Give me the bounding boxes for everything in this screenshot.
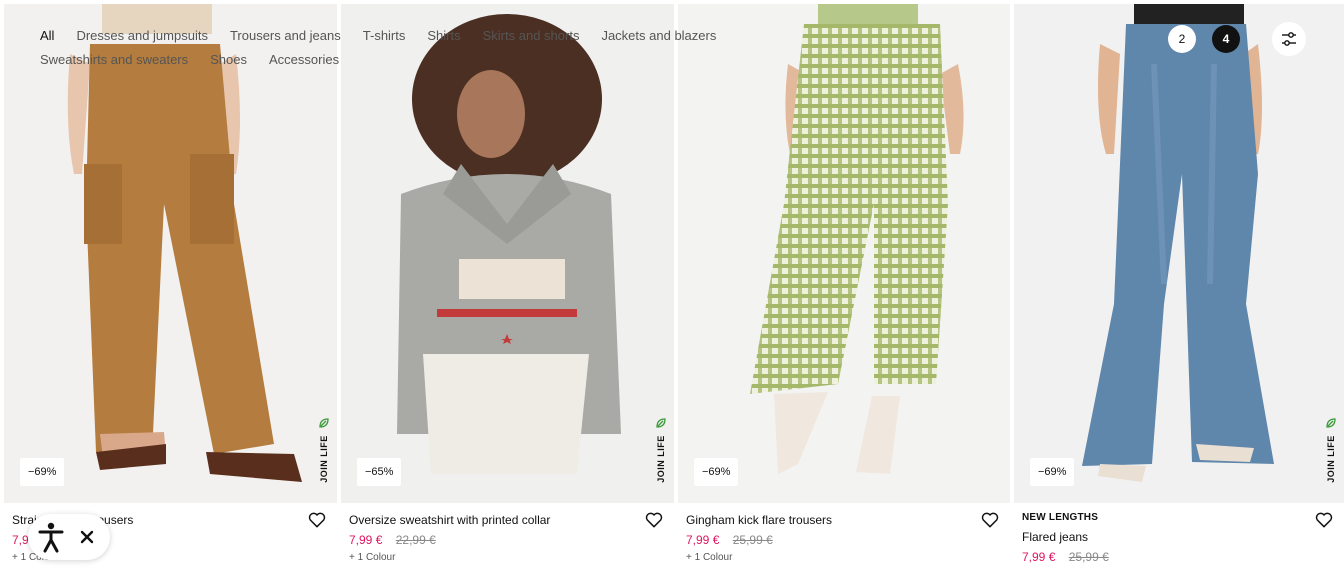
filter-dresses-and-jumpsuits[interactable]: Dresses and jumpsuits [76,24,208,48]
product-tag: NEW LENGTHS [1022,512,1099,523]
sale-price: 7,99 € [349,533,383,547]
join-life-label: JOIN LIFE [654,418,668,490]
filter-shirts[interactable]: Shirts [427,24,460,48]
product-name[interactable]: Flared jeans [1022,529,1336,545]
product-name[interactable]: Gingham kick flare trousers [686,512,1002,528]
columns-4-toggle[interactable]: 4 [1212,25,1240,53]
filter-skirts-and-shorts[interactable]: Skirts and shorts [483,24,580,48]
product-card[interactable]: −69% JOIN LIFE NEW LENGTHS Flared jeans … [1014,0,1344,571]
discount-badge: −69% [1030,458,1075,486]
accessibility-widget [28,514,110,560]
filter-t-shirts[interactable]: T-shirts [363,24,406,48]
product-prices: 7,99 € 25,99 € [1022,549,1336,565]
product-info: Oversize sweatshirt with printed collar … [349,512,666,563]
product-info: NEW LENGTHS Flared jeans 7,99 € 25,99 € [1022,512,1336,565]
product-prices: 7,99 € 22,99 € [349,532,666,548]
discount-badge: −65% [357,458,402,486]
product-card[interactable]: −65% JOIN LIFE Oversize sweatshirt with … [341,0,674,571]
sale-price: 7,99 € [1022,550,1056,564]
product-info: Gingham kick flare trousers 7,99 € 25,99… [686,512,1002,563]
product-prices: 7,99 € 25,99 € [686,532,1002,548]
category-filters: All Dresses and jumpsuits Trousers and jea… [40,24,900,72]
discount-badge: −69% [694,458,739,486]
join-life-label: JOIN LIFE [317,418,331,490]
product-image[interactable] [341,4,674,503]
heart-icon[interactable] [980,510,1000,530]
discount-badge: −69% [20,458,65,486]
original-price: 25,99 € [1068,550,1109,564]
filter-shoes[interactable]: Shoes [210,48,247,72]
view-controls: 2 4 [1134,22,1334,56]
product-card[interactable]: −69% JOIN LIFE Straight cargo trousers 7… [4,0,337,571]
heart-icon[interactable] [644,510,664,530]
product-grid: −69% JOIN LIFE Straight cargo trousers 7… [0,0,1344,571]
filter-button[interactable] [1272,22,1306,56]
close-icon[interactable] [76,526,98,548]
join-life-label: JOIN LIFE [1324,418,1338,490]
product-image[interactable] [4,4,337,503]
sliders-icon [1282,32,1296,46]
product-image[interactable] [678,4,1010,503]
product-card[interactable]: −69% Gingham kick flare trousers 7,99 € … [678,0,1010,571]
filter-sweatshirts-and-sweaters[interactable]: Sweatshirts and sweaters [40,48,188,72]
product-image[interactable] [1014,4,1344,503]
colour-count[interactable]: + 1 Colour [686,552,1002,563]
original-price: 25,99 € [732,533,773,547]
filter-trousers-and-jeans[interactable]: Trousers and jeans [230,24,341,48]
accessibility-icon[interactable] [36,521,66,553]
sale-price: 7,99 € [686,533,720,547]
filter-accessories[interactable]: Accessories [269,48,339,72]
original-price: 22,99 € [395,533,436,547]
heart-icon[interactable] [307,510,327,530]
heart-icon[interactable] [1314,510,1334,530]
filter-all[interactable]: All [40,24,54,48]
columns-2-toggle[interactable]: 2 [1168,25,1196,53]
product-name[interactable]: Oversize sweatshirt with printed collar [349,512,666,528]
filter-jackets-and-blazers[interactable]: Jackets and blazers [601,24,716,48]
colour-count[interactable]: + 1 Colour [349,552,666,563]
